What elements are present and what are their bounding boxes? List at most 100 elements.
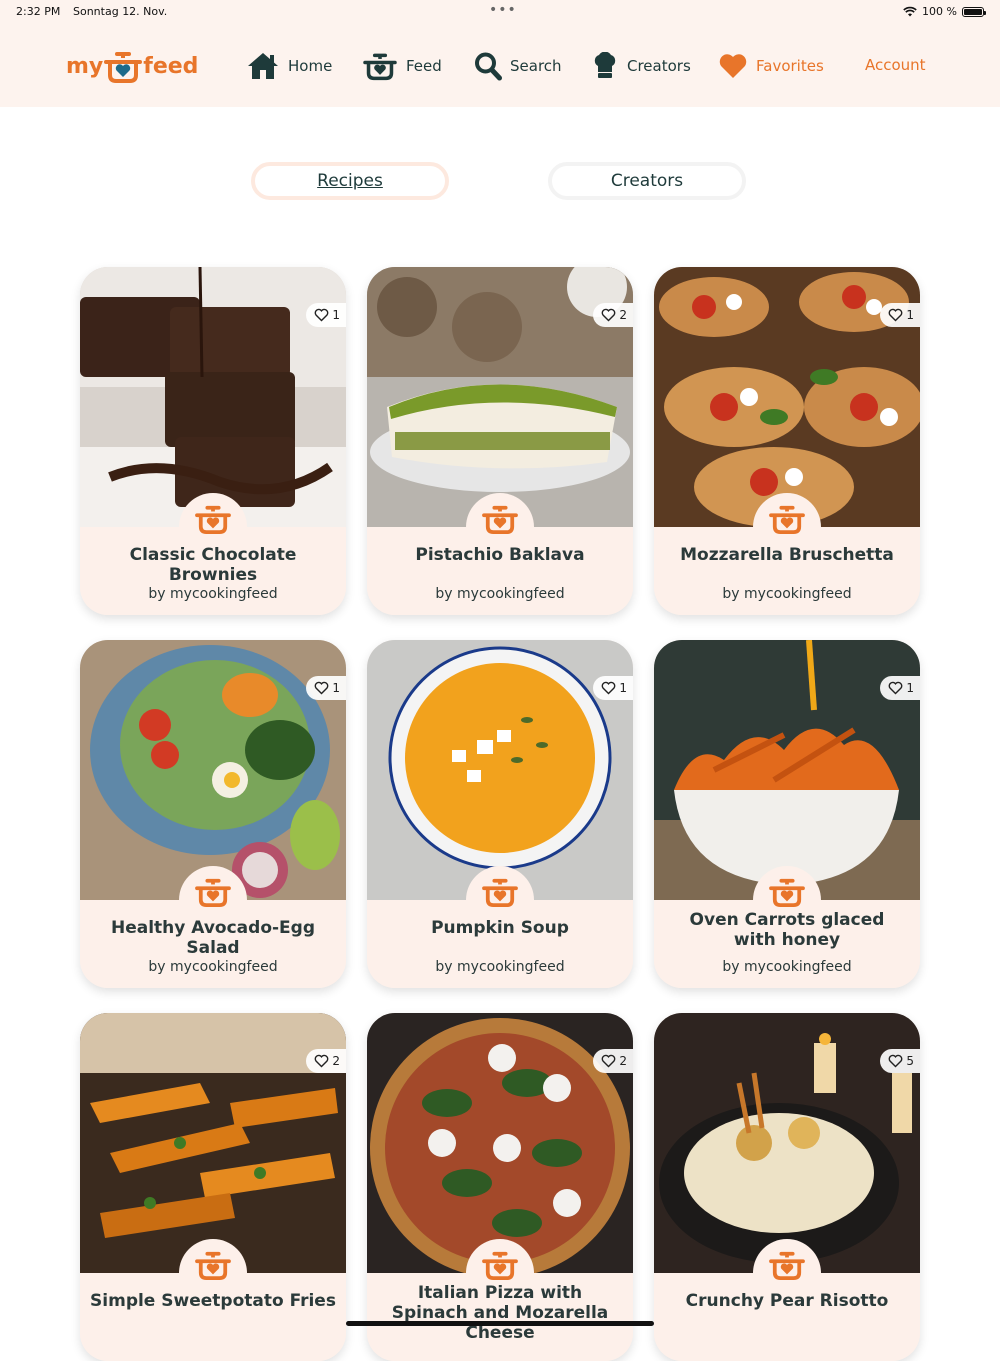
recipe-card[interactable]: 1 Classic Chocolate Brownies by mycookin… — [80, 267, 346, 615]
logo-text-feed: feed — [143, 53, 199, 79]
pot-heart-icon — [769, 878, 805, 908]
pot-heart-icon — [769, 505, 805, 535]
battery-icon — [962, 6, 986, 17]
like-count: 1 — [332, 308, 340, 322]
recipe-author: by mycookingfeed — [148, 586, 278, 602]
search-icon — [475, 52, 502, 81]
pot-heart-icon — [482, 878, 518, 908]
recipe-photo — [367, 640, 633, 900]
pot-heart-icon — [363, 53, 397, 81]
recipe-title: Classic Chocolate Brownies — [129, 545, 297, 585]
recipe-photo — [367, 267, 633, 527]
app-logo[interactable]: my feed — [66, 48, 198, 84]
heart-outline-icon — [601, 1054, 616, 1068]
heart-outline-icon — [314, 308, 329, 322]
recipe-photo — [367, 1013, 633, 1273]
pot-heart-icon — [195, 1251, 231, 1281]
like-counter[interactable]: 5 — [880, 1049, 920, 1073]
like-counter[interactable]: 1 — [593, 676, 633, 700]
like-counter[interactable]: 2 — [593, 1049, 633, 1073]
heart-outline-icon — [888, 1054, 903, 1068]
nav-home[interactable]: Home — [246, 50, 332, 82]
nav-feed-label: Feed — [406, 57, 442, 75]
logo-text-my: my — [66, 53, 104, 79]
like-counter[interactable]: 1 — [880, 303, 920, 327]
like-count: 1 — [906, 681, 914, 695]
recipe-author: by mycookingfeed — [722, 959, 852, 975]
status-date: Sonntag 12. Nov. — [73, 5, 168, 18]
status-time: 2:32 PM — [16, 5, 61, 18]
recipe-photo — [80, 1013, 346, 1273]
like-count: 5 — [906, 1054, 914, 1068]
nav-creators[interactable]: Creators — [591, 50, 691, 82]
recipe-photo — [80, 267, 346, 527]
heart-outline-icon — [314, 1054, 329, 1068]
nav-account[interactable]: Account — [865, 56, 926, 74]
recipe-card[interactable]: 2 Italian Pizza with Spinach and Mozarel… — [367, 1013, 633, 1361]
heart-outline-icon — [601, 681, 616, 695]
recipe-title: Pumpkin Soup — [431, 918, 569, 938]
recipe-author: by mycookingfeed — [148, 959, 278, 975]
recipe-card[interactable]: 1 Oven Carrots glaced with honey by myco… — [654, 640, 920, 988]
recipe-card[interactable]: 5 Crunchy Pear Risotto — [654, 1013, 920, 1361]
tab-creators[interactable]: Creators — [548, 162, 746, 200]
recipe-title: Healthy Avocado-Egg Salad — [111, 918, 315, 958]
nav-feed[interactable]: Feed — [362, 50, 442, 82]
heart-outline-icon — [888, 681, 903, 695]
recipe-photo — [80, 640, 346, 900]
recipe-title: Mozzarella Bruschetta — [680, 545, 894, 565]
heart-outline-icon — [601, 308, 616, 322]
recipe-author: by mycookingfeed — [722, 586, 852, 602]
recipe-author: by mycookingfeed — [435, 959, 565, 975]
like-counter[interactable]: 1 — [306, 303, 346, 327]
like-count: 2 — [619, 308, 627, 322]
status-bar: 2:32 PM Sonntag 12. Nov. ••• 100 % — [0, 0, 1000, 24]
recipe-card[interactable]: 2 Pistachio Baklava by mycookingfeed — [367, 267, 633, 615]
tab-recipes[interactable]: Recipes — [251, 162, 449, 200]
battery-percent: 100 % — [922, 5, 957, 18]
recipe-title: Pistachio Baklava — [415, 545, 585, 565]
home-indicator[interactable] — [346, 1321, 654, 1326]
recipe-title: Italian Pizza with Spinach and Mozarella… — [391, 1283, 609, 1343]
like-counter[interactable]: 1 — [880, 676, 920, 700]
heart-icon — [719, 54, 747, 78]
nav-search-label: Search — [510, 57, 562, 75]
recipe-photo — [654, 1013, 920, 1273]
nav-home-label: Home — [288, 57, 333, 75]
recipe-photo — [654, 640, 920, 900]
recipe-title: Crunchy Pear Risotto — [685, 1291, 889, 1311]
heart-outline-icon — [888, 308, 903, 322]
pot-heart-icon — [195, 505, 231, 535]
heart-outline-icon — [314, 681, 329, 695]
recipe-photo — [654, 267, 920, 527]
like-count: 1 — [332, 681, 340, 695]
pot-heart-icon — [482, 1251, 518, 1281]
pot-heart-icon — [482, 505, 518, 535]
recipe-card[interactable]: 2 Simple Sweetpotato Fries — [80, 1013, 346, 1361]
like-count: 2 — [332, 1054, 340, 1068]
nav-favorites-label: Favorites — [756, 57, 824, 75]
home-icon — [248, 53, 278, 79]
status-right: 100 % — [903, 5, 986, 18]
recipe-title: Oven Carrots glaced with honey — [689, 910, 885, 950]
like-counter[interactable]: 1 — [306, 676, 346, 700]
recipe-card[interactable]: 1 Pumpkin Soup by mycookingfeed — [367, 640, 633, 988]
wifi-icon — [903, 6, 917, 17]
like-count: 2 — [619, 1054, 627, 1068]
nav-creators-label: Creators — [627, 57, 691, 75]
recipe-card[interactable]: 1 Healthy Avocado-Egg Salad by mycooking… — [80, 640, 346, 988]
like-counter[interactable]: 2 — [306, 1049, 346, 1073]
nav-search[interactable]: Search — [474, 50, 562, 82]
top-navbar: my feed Home Feed Search Creators Favori… — [0, 24, 1000, 107]
pot-heart-icon — [104, 52, 143, 83]
multitask-dots[interactable]: ••• — [489, 2, 517, 18]
pot-heart-icon — [195, 878, 231, 908]
pot-heart-icon — [769, 1251, 805, 1281]
recipe-card[interactable]: 1 Mozzarella Bruschetta by mycookingfeed — [654, 267, 920, 615]
recipe-title: Simple Sweetpotato Fries — [90, 1291, 336, 1311]
nav-favorites[interactable]: Favorites — [718, 50, 824, 82]
chef-hat-icon — [594, 52, 616, 78]
recipe-author: by mycookingfeed — [435, 586, 565, 602]
like-counter[interactable]: 2 — [593, 303, 633, 327]
like-count: 1 — [906, 308, 914, 322]
